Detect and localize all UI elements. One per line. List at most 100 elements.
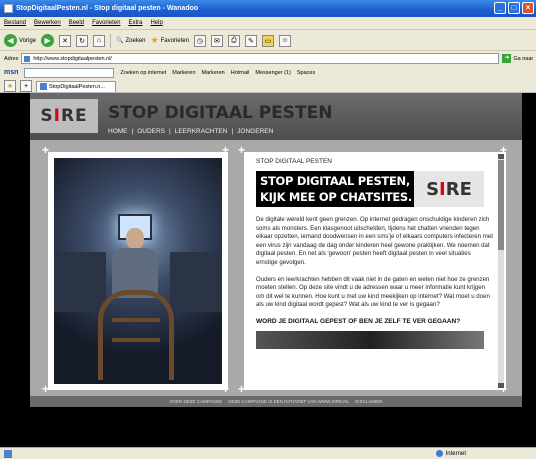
child-head bbox=[126, 228, 144, 250]
logo-letters-re: RE bbox=[60, 106, 88, 126]
site-nav: HOME | OUDERS | LEERKRACHTEN | JONGEREN bbox=[108, 128, 273, 135]
footer-about-link[interactable]: OVER DEZE CAMPAGNE bbox=[170, 399, 223, 404]
bullied-subheading: WORD JE DIGITAAL GEPEST OF BEN JE ZELF T… bbox=[256, 317, 461, 325]
address-url: http://www.stopdigitaalpesten.nl/ bbox=[33, 55, 112, 62]
msn-highlight-button[interactable]: Markeren bbox=[172, 70, 195, 76]
status-bar: Internet bbox=[0, 447, 536, 459]
address-input[interactable]: http://www.stopdigitaalpesten.nl/ bbox=[21, 53, 500, 64]
sire-logo[interactable]: S I RE bbox=[30, 99, 98, 133]
tab-stopdigitaalpesten[interactable]: StopDigitaalPesten.n... bbox=[36, 80, 116, 92]
msn-mark-button[interactable]: Markeren bbox=[202, 70, 225, 76]
logo-letter-s: S bbox=[426, 178, 440, 200]
footer-disclaimer-link[interactable]: DISCLAIMER bbox=[355, 399, 383, 404]
back-label: Vorige bbox=[19, 37, 37, 44]
tab-page-icon bbox=[40, 83, 47, 90]
footer-initiative-link[interactable]: DEZE CAMPAGNE IS EEN INITIATIEF VAN WWW.… bbox=[228, 399, 349, 404]
banner-line-2: KIJK MEE OP CHATSITES. bbox=[260, 190, 412, 204]
folder-button[interactable]: ▭ bbox=[261, 34, 274, 47]
menu-bewerken[interactable]: Bewerken bbox=[34, 20, 61, 26]
menu-bar: Bestand Bewerken Beeld Favorieten Extra … bbox=[0, 17, 536, 30]
refresh-button[interactable]: ↻ bbox=[76, 34, 89, 47]
nav-separator: | bbox=[169, 128, 171, 135]
favorites-button[interactable]: ★ Favorieten bbox=[151, 35, 189, 46]
chair-back bbox=[98, 290, 174, 380]
desk-shape bbox=[170, 252, 222, 312]
zone-label: Internet bbox=[445, 450, 466, 457]
messenger-button[interactable]: ☺ bbox=[278, 34, 291, 47]
teaser-image[interactable] bbox=[256, 330, 484, 349]
scroll-up-icon[interactable] bbox=[498, 154, 504, 159]
content-scrollbar[interactable] bbox=[498, 154, 504, 388]
go-arrow-icon: ➜ bbox=[502, 54, 512, 63]
banner-line-1: STOP DIGITAAL PESTEN, bbox=[260, 174, 410, 188]
msn-hotmail-button[interactable]: Hotmail bbox=[231, 70, 250, 76]
go-label: Ga naar bbox=[513, 55, 534, 62]
content-body: STOP DIGITAAL PESTEN STOP DIGITAAL PESTE… bbox=[256, 158, 494, 349]
menu-help[interactable]: Help bbox=[150, 20, 162, 26]
forward-button[interactable]: ▶ bbox=[41, 34, 55, 47]
address-label: Adres bbox=[4, 55, 19, 62]
security-zone[interactable]: Internet bbox=[435, 450, 466, 457]
desk-shape bbox=[54, 252, 106, 312]
site-header: S I RE STOP DIGITAAL PESTEN HOME | OUDERS … bbox=[30, 93, 522, 140]
msn-toolbar: msn Zoeken op internet Markeren Markeren… bbox=[0, 66, 536, 79]
address-bar: Adres http://www.stopdigitaalpesten.nl/ … bbox=[0, 52, 536, 65]
favorites-center-button[interactable]: ★ bbox=[4, 80, 16, 92]
menu-favorieten[interactable]: Favorieten bbox=[92, 20, 120, 26]
star-icon: ★ bbox=[150, 35, 159, 45]
nav-jongeren[interactable]: JONGEREN bbox=[237, 128, 273, 135]
menu-bestand[interactable]: Bestand bbox=[4, 20, 26, 26]
browser-icon bbox=[4, 4, 13, 13]
nav-separator: | bbox=[131, 128, 134, 135]
nav-home[interactable]: HOME bbox=[108, 128, 128, 135]
scroll-down-icon[interactable] bbox=[498, 383, 504, 388]
navigation-toolbar: ◀ Vorige ▶ ✕ ↻ ⌂ 🔍 Zoeken ★ Favorieten ◷… bbox=[0, 31, 536, 51]
history-button[interactable]: ◷ bbox=[193, 34, 206, 47]
back-arrow-icon: ◀ bbox=[4, 34, 17, 47]
msn-search-web-button[interactable]: Zoeken op internet bbox=[120, 70, 166, 76]
minimize-button[interactable]: _ bbox=[494, 2, 506, 14]
content-panel: STOP DIGITAAL PESTEN STOP DIGITAAL PESTE… bbox=[244, 152, 506, 390]
window-title: StopDigitaalPesten.nl - Stop digitaal pe… bbox=[16, 5, 199, 12]
child-figure bbox=[110, 228, 160, 298]
nav-leerkrachten[interactable]: LEERKRACHTEN bbox=[175, 128, 228, 135]
nav-separator: | bbox=[231, 128, 234, 135]
home-button[interactable]: ⌂ bbox=[93, 34, 106, 47]
maximize-button[interactable]: □ bbox=[508, 2, 520, 14]
msn-search-input[interactable] bbox=[24, 67, 115, 78]
edit-button[interactable]: ✎ bbox=[244, 34, 257, 47]
search-icon: 🔍 bbox=[116, 38, 124, 44]
title-bar: StopDigitaalPesten.nl - Stop digitaal pe… bbox=[0, 0, 536, 17]
toolbar-separator bbox=[110, 33, 112, 48]
msn-spaces-button[interactable]: Spaces bbox=[297, 70, 315, 76]
site-title: STOP DIGITAAL PESTEN bbox=[108, 103, 333, 123]
close-button[interactable]: × bbox=[522, 2, 534, 14]
back-button[interactable]: ◀ Vorige bbox=[4, 34, 36, 47]
mail-button[interactable]: ✉ bbox=[210, 34, 223, 47]
menu-beeld[interactable]: Beeld bbox=[69, 20, 84, 26]
page-viewport: S I RE STOP DIGITAAL PESTEN HOME | OUDERS … bbox=[0, 93, 536, 447]
msn-logo[interactable]: msn bbox=[4, 69, 18, 76]
nav-ouders[interactable]: OUDERS bbox=[137, 128, 165, 135]
website: S I RE STOP DIGITAAL PESTEN HOME | OUDERS … bbox=[30, 93, 522, 407]
logo-letter-i: I bbox=[53, 106, 61, 126]
status-page-icon bbox=[4, 449, 12, 458]
scroll-thumb[interactable] bbox=[498, 160, 504, 250]
chair-rail bbox=[112, 318, 160, 322]
search-label: Zoeken bbox=[125, 37, 146, 44]
content-kicker: STOP DIGITAAL PESTEN bbox=[256, 158, 332, 165]
logo-letters-re: RE bbox=[445, 178, 472, 200]
photo-frame bbox=[48, 152, 228, 390]
favorites-label: Favorieten bbox=[160, 37, 189, 44]
menu-extra[interactable]: Extra bbox=[128, 20, 142, 26]
add-favorite-button[interactable]: + bbox=[20, 80, 32, 92]
logo-letter-i: I bbox=[439, 178, 446, 200]
print-button[interactable]: ⎙ bbox=[227, 34, 240, 47]
logo-letter-s: S bbox=[40, 106, 54, 126]
msn-messenger-button[interactable]: Messenger (1) bbox=[255, 70, 290, 76]
tab-label: StopDigitaalPesten.n... bbox=[49, 83, 105, 90]
search-button[interactable]: 🔍 Zoeken bbox=[116, 37, 146, 45]
campaign-banner: STOP DIGITAAL PESTEN, KIJK MEE OP CHATSI… bbox=[256, 171, 484, 207]
go-button[interactable]: ➜ Ga naar bbox=[502, 54, 533, 63]
stop-button[interactable]: ✕ bbox=[59, 34, 72, 47]
